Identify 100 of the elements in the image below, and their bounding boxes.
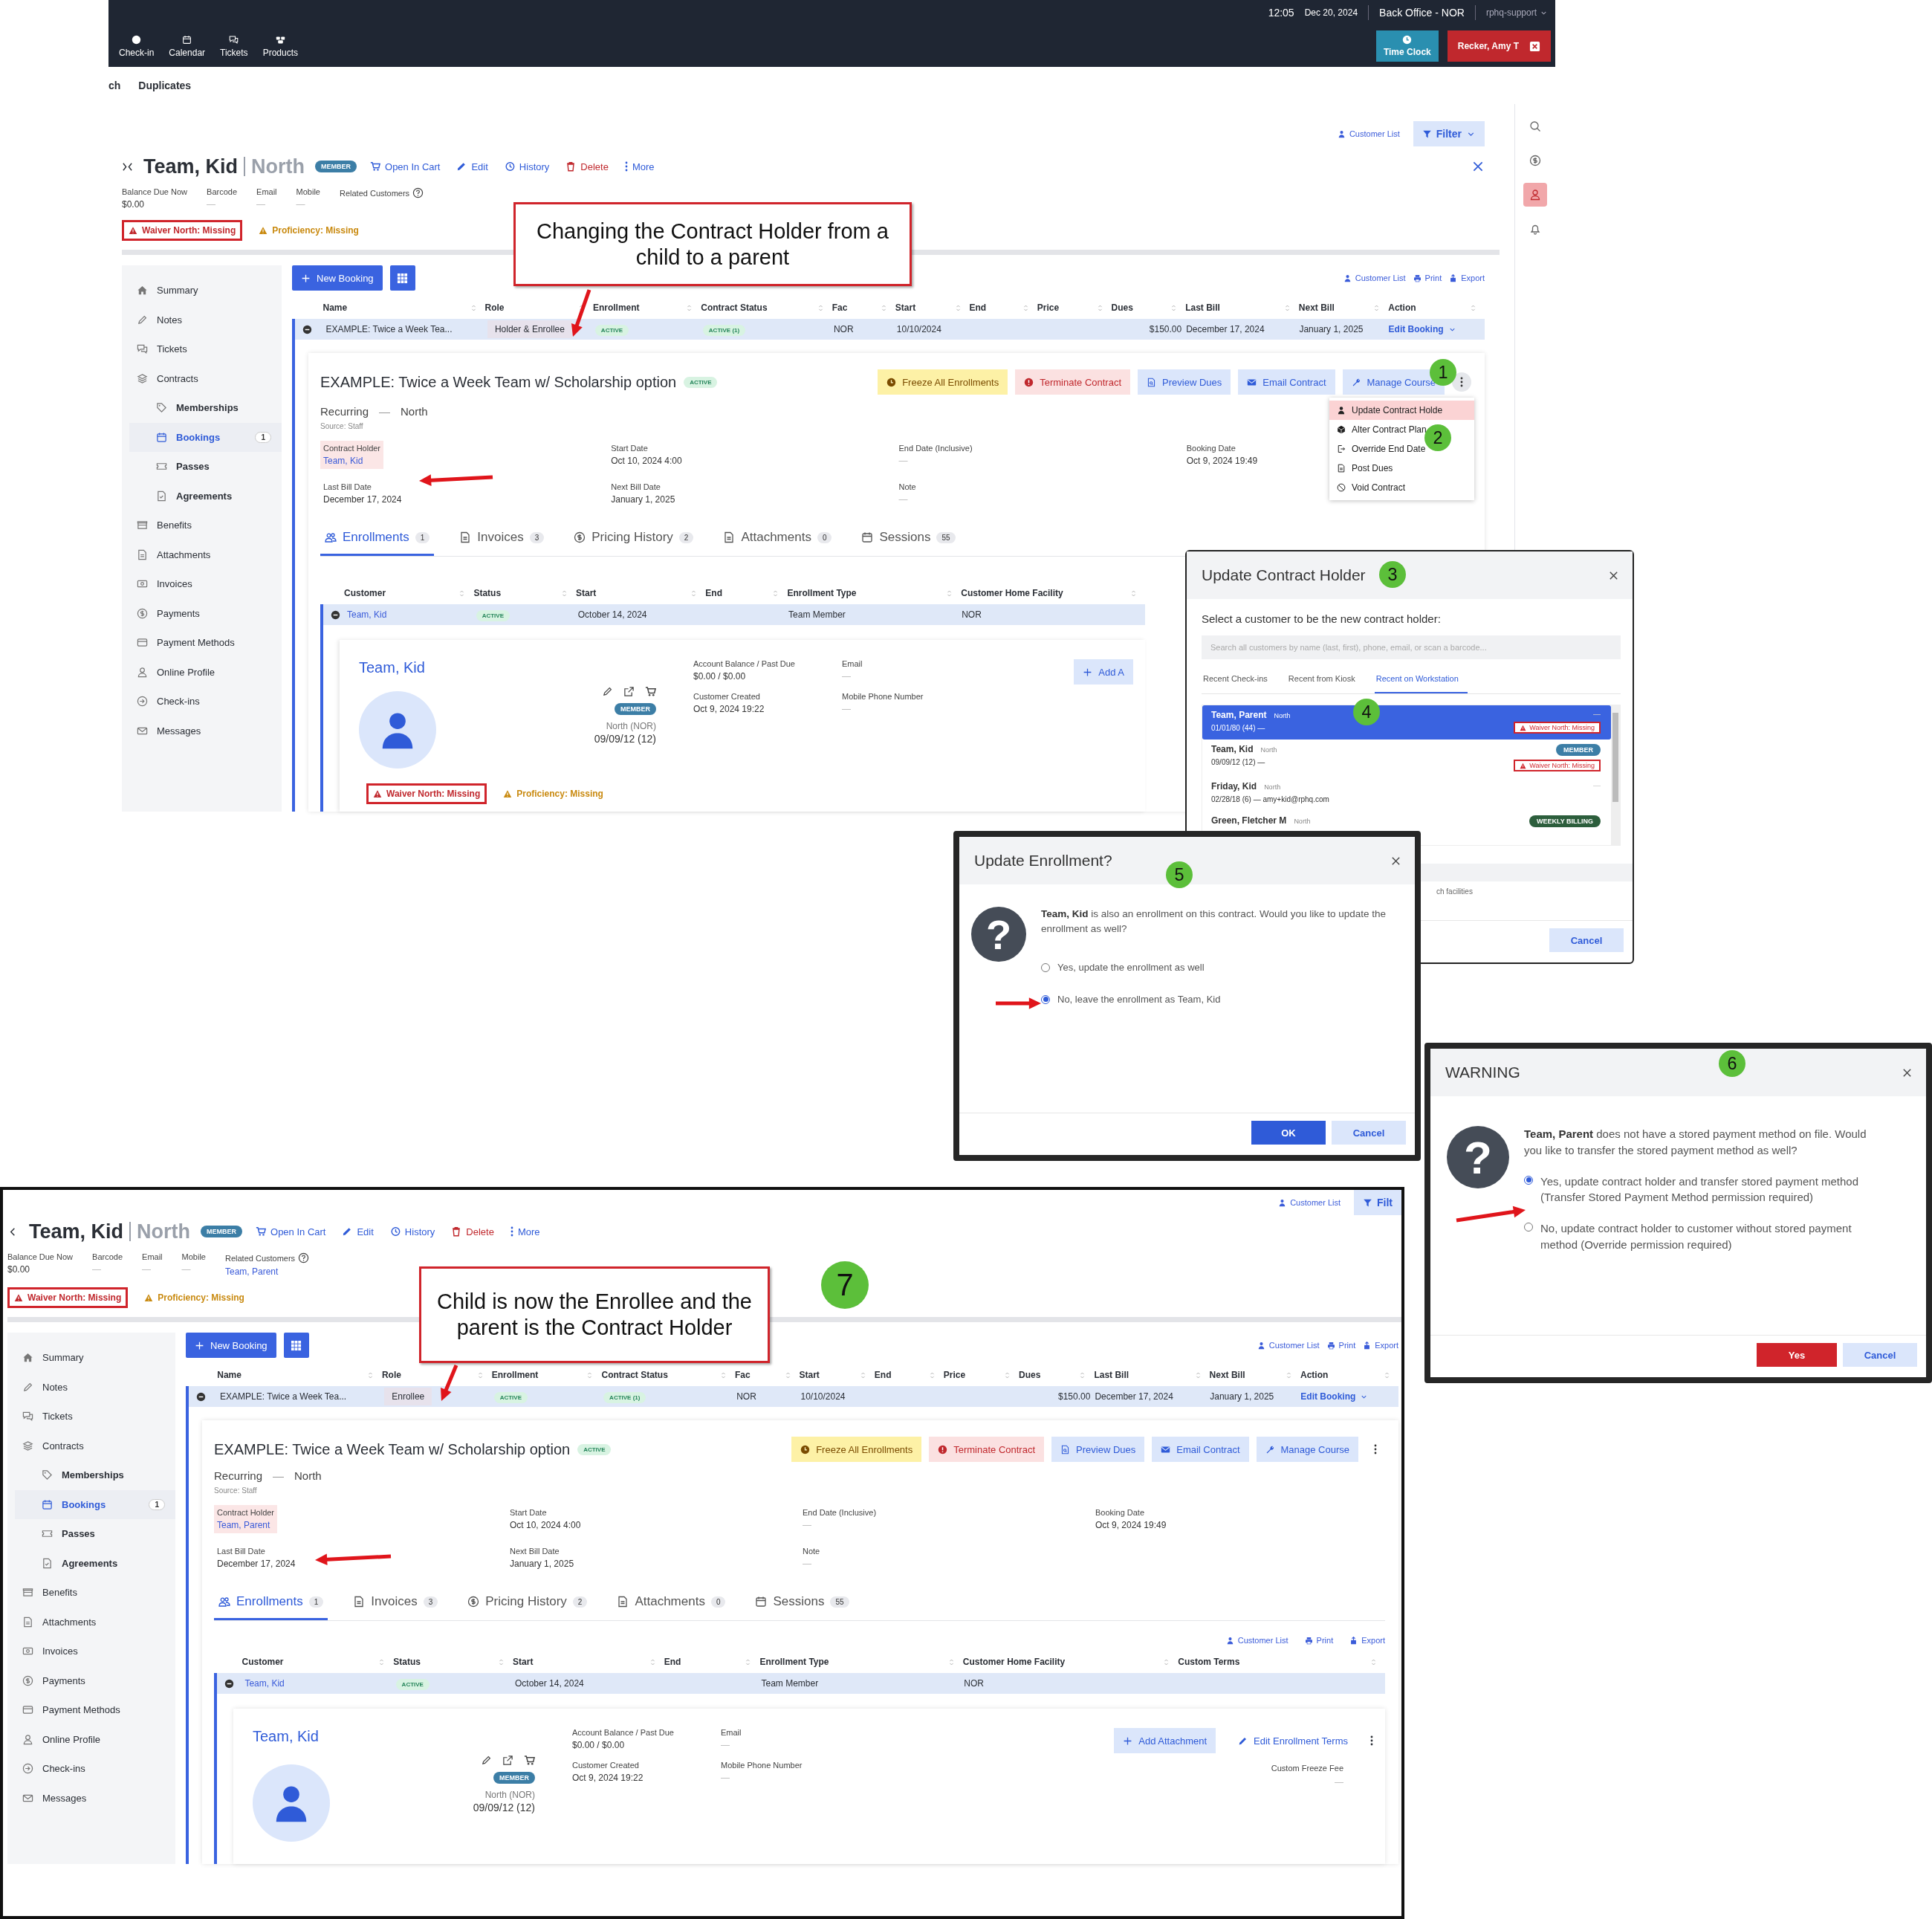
pencil-icon[interactable] (481, 1755, 492, 1766)
contract-action-button[interactable]: Terminate Contract (1015, 369, 1131, 395)
radio-option[interactable]: No, update contract holder to customer without stored payment method (Override permission required) (1524, 1220, 1877, 1253)
column-header[interactable]: Action (1300, 1364, 1398, 1386)
customer-list-link[interactable]: Customer List (1278, 1198, 1341, 1207)
column-header[interactable]: End (969, 297, 1037, 319)
sidebar-item[interactable]: Passes (129, 452, 282, 482)
action-link[interactable]: More (507, 1226, 543, 1237)
minus-circle-icon[interactable] (302, 324, 312, 334)
column-header[interactable]: End (664, 1651, 760, 1673)
radio-option[interactable]: Yes, update contract holder and transfer stored payment method (Transfer Stored Payment Method permission required) (1524, 1173, 1877, 1206)
dots-icon[interactable] (1370, 1735, 1373, 1746)
minus-circle-icon[interactable] (196, 1391, 206, 1402)
sidebar-item[interactable]: Benefits (15, 1578, 175, 1608)
tab[interactable]: Recent from Kiosk (1286, 670, 1364, 693)
customer-list-item[interactable]: Friday, Kid North 02/28/18 (6) — amy+kid@rphq.com — (1202, 777, 1611, 811)
column-header[interactable]: Customer (344, 582, 474, 604)
sidebar-item[interactable]: Attachments (129, 540, 282, 569)
column-header[interactable]: Fac (832, 297, 895, 319)
sidebar-item[interactable]: Notes (129, 305, 282, 334)
sidebar-item[interactable]: Memberships (15, 1460, 175, 1490)
column-header[interactable]: Contract Status (601, 1364, 735, 1386)
location-label[interactable]: Back Office - NOR (1379, 7, 1465, 19)
sidebar-item[interactable]: Payment Methods (15, 1695, 175, 1725)
grid-view-button[interactable] (389, 265, 415, 291)
sidebar-item[interactable]: Notes (15, 1372, 175, 1402)
dialog-button[interactable]: Cancel (1332, 1121, 1406, 1145)
nav-tab[interactable]: Duplicates (138, 80, 192, 91)
column-header[interactable]: Role (484, 297, 593, 319)
tab[interactable]: Enrollments 1 (320, 530, 435, 556)
customer-list-link[interactable]: Customer List (1337, 129, 1400, 138)
edit-booking-button[interactable]: Edit Booking (1300, 1391, 1369, 1402)
sidebar-item[interactable]: Attachments (15, 1607, 175, 1637)
column-header[interactable]: Last Bill (1185, 297, 1299, 319)
sidebar-item[interactable]: Tickets (129, 334, 282, 364)
action-link[interactable]: Open In Cart (367, 161, 444, 172)
action-link[interactable]: Delete (563, 161, 612, 172)
column-header[interactable]: Customer Home Facility (962, 1651, 1179, 1673)
column-header[interactable]: Enrollment (592, 297, 701, 319)
user-menu[interactable]: rphq-support (1485, 7, 1548, 18)
staff-button[interactable]: Recker, Amy T (1447, 30, 1551, 62)
sidebar-item[interactable]: Agreements (129, 481, 282, 511)
column-header[interactable]: Contract Status (701, 297, 832, 319)
enrollee-action-button[interactable]: Add Attachment (1114, 1728, 1216, 1753)
enrollee-name[interactable]: Team, Kid (253, 1728, 401, 1745)
filter-button[interactable]: Filter (1413, 121, 1485, 146)
sidebar-item[interactable]: Agreements (15, 1548, 175, 1578)
column-header[interactable]: Status (473, 582, 576, 604)
tab[interactable]: Sessions 55 (857, 530, 960, 556)
sidebar-item[interactable]: Summary (129, 276, 282, 305)
sidebar-item[interactable]: Contracts (129, 363, 282, 393)
menu-item[interactable]: Post Dues (1329, 459, 1474, 478)
column-header[interactable]: Customer (242, 1651, 394, 1673)
help-icon[interactable] (412, 187, 424, 198)
toolbar-link[interactable]: Customer List (1225, 1636, 1288, 1645)
column-header[interactable]: Next Bill (1298, 297, 1389, 319)
tab[interactable]: Pricing History 2 (463, 1594, 592, 1620)
toolbar-link[interactable]: Customer List (1343, 274, 1406, 282)
scrollbar[interactable] (1611, 705, 1620, 845)
filter-button[interactable]: Filt (1354, 1190, 1401, 1215)
column-header[interactable]: Enrollment Type (787, 582, 962, 604)
enrollee-action-button[interactable]: Add A (1074, 659, 1133, 685)
tab[interactable]: Attachments 0 (612, 1594, 730, 1620)
field-value[interactable]: Team, Parent (217, 1520, 275, 1530)
sidebar-item[interactable]: Check-ins (129, 687, 282, 716)
time-clock-button[interactable]: Time Clock (1375, 30, 1439, 62)
more-button[interactable] (1452, 372, 1471, 392)
sidebar-item[interactable]: Passes (15, 1519, 175, 1549)
contract-action-button[interactable]: Freeze All Enrollments (878, 369, 1008, 395)
column-header[interactable]: Start (513, 1651, 664, 1673)
column-header[interactable]: Start (895, 297, 970, 319)
sidebar-item[interactable]: Payments (129, 598, 282, 628)
sidebar-item[interactable]: Bookings 1 (129, 422, 282, 452)
customer-list-item[interactable]: Team, Kid North 09/09/12 (12) — MEMBER Waiver North: Missing (1202, 740, 1611, 777)
sidebar-item[interactable]: Messages (129, 716, 282, 745)
sidebar-item[interactable]: Invoices (129, 569, 282, 599)
column-header[interactable]: Name (322, 297, 485, 319)
tab[interactable]: Invoices 3 (455, 530, 549, 556)
contract-action-button[interactable]: Manage Course (1256, 1437, 1358, 1462)
sidebar-item[interactable]: Online Profile (15, 1724, 175, 1754)
nav-button[interactable]: Products (256, 34, 304, 58)
column-header[interactable]: Dues (1019, 1364, 1095, 1386)
sidebar-item[interactable]: Tickets (15, 1402, 175, 1431)
dialog-button[interactable]: Yes (1757, 1343, 1837, 1367)
action-link[interactable]: Edit (453, 161, 491, 172)
toolbar-link[interactable]: Customer List (1257, 1341, 1320, 1350)
column-header[interactable]: Status (393, 1651, 513, 1673)
column-header[interactable]: End (705, 582, 788, 604)
search-field[interactable]: Search all customers by name (last, first), phone, email, or scan a barcode... (1202, 635, 1621, 659)
tab[interactable]: Recent on Workstation (1374, 670, 1468, 693)
menu-item[interactable]: Void Contract (1329, 478, 1474, 497)
minus-circle-icon[interactable] (224, 1678, 234, 1689)
contract-action-button[interactable]: Email Contract (1152, 1437, 1249, 1462)
contract-action-button[interactable]: Terminate Contract (929, 1437, 1045, 1462)
toolbar-link[interactable]: Export (1449, 274, 1485, 282)
toolbar-link[interactable]: Print (1326, 1341, 1356, 1350)
nav-button[interactable]: Calendar (163, 34, 212, 58)
pencil-icon[interactable] (602, 686, 613, 697)
column-header[interactable]: Custom Terms (1178, 1651, 1385, 1673)
radio-option[interactable]: Yes, update the enrollment as well (1041, 961, 1400, 975)
